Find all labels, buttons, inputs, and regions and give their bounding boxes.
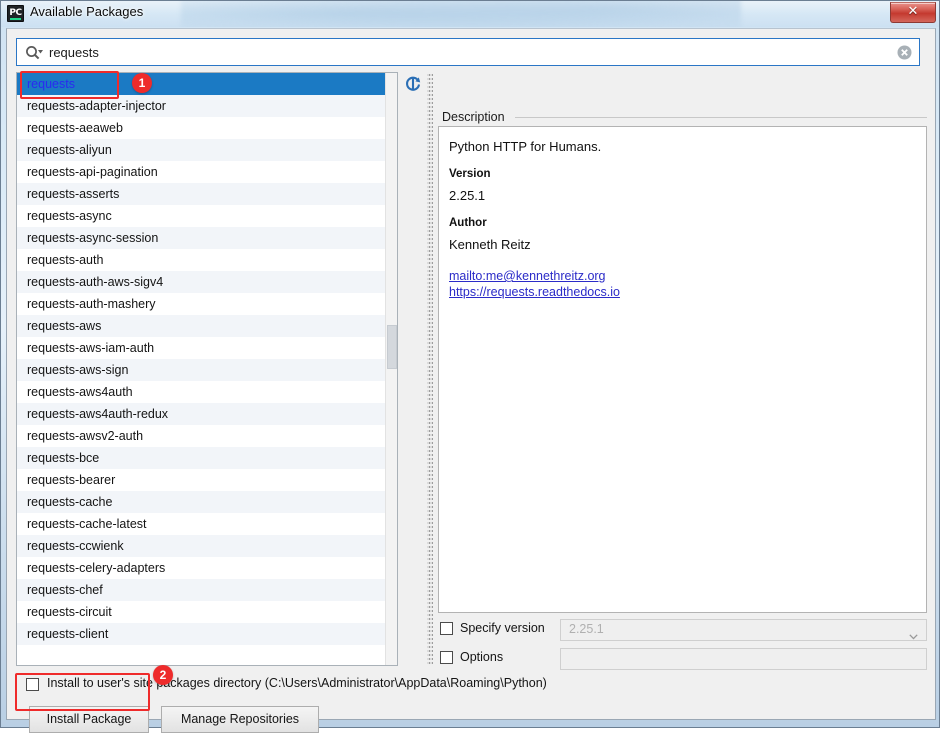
pycharm-icon-accent [10,18,21,20]
package-list-item[interactable]: requests-celery-adapters [17,557,397,579]
package-list-item[interactable]: requests-auth-aws-sigv4 [17,271,397,293]
package-list-item[interactable]: requests-aws-iam-auth [17,337,397,359]
install-package-button[interactable]: Install Package [29,706,149,733]
clear-icon[interactable] [897,45,912,60]
package-list-item[interactable]: requests-bearer [17,469,397,491]
package-list[interactable]: requests requests-adapter-injector request… [16,72,398,666]
package-list-item[interactable]: requests-circuit [17,601,397,623]
package-list-item[interactable]: requests-awsv2-auth [17,425,397,447]
version-label: Version [449,168,491,180]
manage-repositories-button[interactable]: Manage Repositories [161,706,319,733]
package-list-item[interactable]: requests-async [17,205,397,227]
specify-version-row: Specify version 2.25.1 [438,619,927,641]
description-panel: Python HTTP for Humans. Version 2.25.1 A… [438,126,927,613]
package-list-item[interactable]: requests [17,73,397,95]
package-list-item[interactable]: requests-auth-mashery [17,293,397,315]
specify-version-value: 2.25.1 [569,622,604,636]
dialog-window: PC Available Packages ✕ requests request… [0,0,940,733]
options-checkbox[interactable] [440,651,453,664]
refresh-button[interactable] [400,72,425,96]
version-value: 2.25.1 [449,188,486,203]
package-list-item[interactable]: requests-aws4auth [17,381,397,403]
package-list-item[interactable]: requests-asserts [17,183,397,205]
description-group-line [515,117,927,118]
specify-version-label: Specify version [460,621,545,635]
chevron-down-icon [909,627,918,640]
docs-link[interactable]: https://requests.readthedocs.io [449,284,916,300]
package-list-item[interactable]: requests-adapter-injector [17,95,397,117]
dialog-client-area: requests requests requests-adapter-inject… [6,28,936,733]
description-links: mailto:me@kennethreitz.org https://reque… [449,268,916,300]
package-list-item[interactable]: requests-bce [17,447,397,469]
pycharm-icon: PC [7,5,24,22]
author-label: Author [449,217,487,229]
package-list-item[interactable]: requests-chef [17,579,397,601]
close-button[interactable]: ✕ [890,2,936,23]
close-icon: ✕ [907,4,919,19]
package-list-item[interactable]: requests-cache [17,491,397,513]
options-input[interactable] [560,648,927,670]
search-input[interactable]: requests [49,44,99,62]
description-content: Python HTTP for Humans. Version 2.25.1 A… [439,127,926,300]
panel-splitter[interactable] [427,73,433,665]
package-list-item[interactable]: requests-api-pagination [17,161,397,183]
search-field[interactable]: requests [16,38,920,66]
window-title: Available Packages [30,4,144,19]
package-list-item[interactable]: requests-aws-sign [17,359,397,381]
author-value: Kenneth Reitz [449,237,531,252]
package-list-item[interactable]: requests-ccwienk [17,535,397,557]
annotation-badge-2: 2 [153,665,173,685]
install-user-checkbox[interactable] [26,678,39,691]
package-list-item[interactable]: requests-async-session [17,227,397,249]
package-list-item[interactable]: requests-client [17,623,397,645]
description-group-label: Description [438,110,509,124]
options-row: Options [438,648,927,670]
package-list-scrollbar[interactable] [385,73,397,665]
annotation-badge-1: 1 [132,73,152,93]
title-bar[interactable]: PC Available Packages ✕ [1,1,939,27]
package-list-item[interactable]: requests-aws4auth-redux [17,403,397,425]
package-list-item[interactable]: requests-cache-latest [17,513,397,535]
package-list-rows: requests requests-adapter-injector request… [17,73,397,645]
search-icon [25,45,43,61]
specify-version-dropdown[interactable]: 2.25.1 [560,619,927,641]
package-list-item[interactable]: requests-auth [17,249,397,271]
options-label: Options [460,650,504,664]
package-list-item[interactable]: requests-aliyun [17,139,397,161]
install-user-label: Install to user's site packages director… [47,676,547,690]
author-email-link[interactable]: mailto:me@kennethreitz.org [449,268,916,284]
package-list-item[interactable]: requests-aws [17,315,397,337]
specify-version-checkbox[interactable] [440,622,453,635]
package-list-item[interactable]: requests-aeaweb [17,117,397,139]
description-summary: Python HTTP for Humans. [449,139,602,154]
scrollbar-thumb[interactable] [387,325,397,369]
